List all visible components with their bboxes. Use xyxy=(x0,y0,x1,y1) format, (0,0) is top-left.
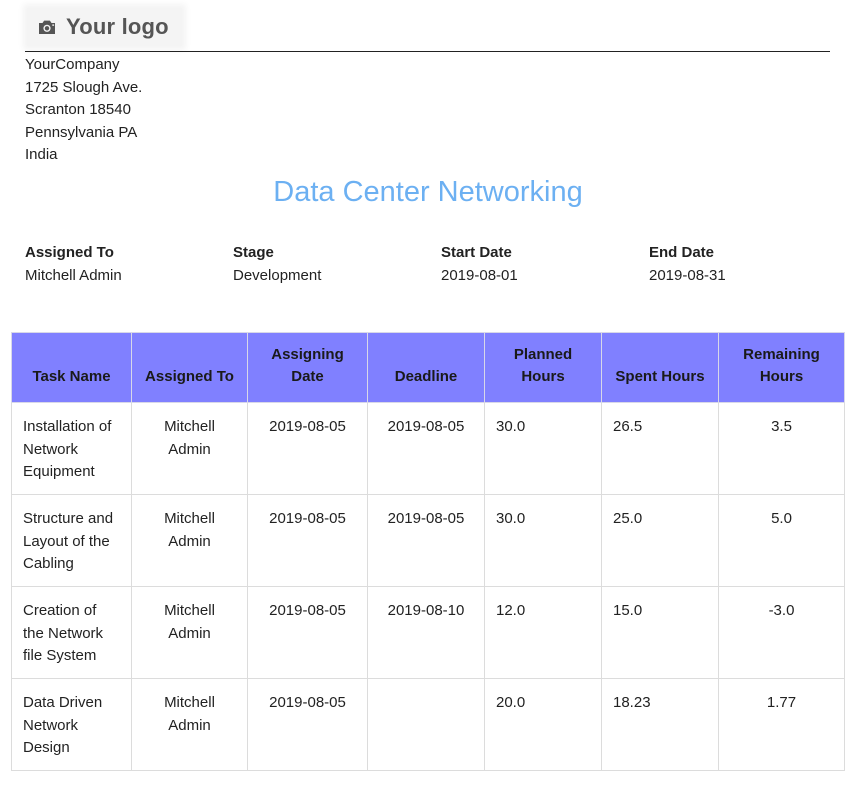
cell-spent-hours: 15.0 xyxy=(601,586,719,679)
logo-text: Your logo xyxy=(66,14,169,39)
info-label: Start Date xyxy=(441,244,512,261)
cell-remaining-hours: 1.77 xyxy=(718,678,845,771)
cell-planned-hours: 12.0 xyxy=(484,586,602,679)
cell-spent-hours: 26.5 xyxy=(601,402,719,495)
cell-planned-hours: 20.0 xyxy=(484,678,602,771)
company-country: India xyxy=(25,146,58,164)
cell-assigned-to: Mitchell Admin xyxy=(131,678,248,771)
company-street: 1725 Slough Ave. xyxy=(25,78,143,96)
table-header-row: Task Name Assigned To Assigning Date Dea… xyxy=(11,332,845,403)
table-row: Structure and Layout of the Cabling Mitc… xyxy=(11,494,845,587)
tasks-table: Task Name Assigned To Assigning Date Dea… xyxy=(11,332,845,771)
company-logo: Your logo xyxy=(27,8,182,46)
cell-planned-hours: 30.0 xyxy=(484,402,602,495)
cell-assigning-date: 2019-08-05 xyxy=(247,586,368,679)
company-address: YourCompany 1725 Slough Ave. Scranton 18… xyxy=(25,54,142,167)
cell-remaining-hours: 5.0 xyxy=(718,494,845,587)
camera-icon xyxy=(36,16,58,38)
header-spent-hours: Spent Hours xyxy=(601,332,719,403)
info-value: 2019-08-31 xyxy=(649,267,726,284)
info-assigned-to: Assigned To Mitchell Admin xyxy=(25,243,122,286)
header-assigned-to: Assigned To xyxy=(131,332,248,403)
header-remaining-hours: Remaining Hours xyxy=(718,332,845,403)
info-value: Mitchell Admin xyxy=(25,267,122,284)
cell-assigning-date: 2019-08-05 xyxy=(247,678,368,771)
cell-assigning-date: 2019-08-05 xyxy=(247,494,368,587)
project-title: Data Center Networking xyxy=(273,176,583,208)
table-row: Data Driven Network Design Mitchell Admi… xyxy=(11,678,845,771)
cell-task-name: Data Driven Network Design xyxy=(11,678,132,771)
cell-deadline: 2019-08-05 xyxy=(367,402,485,495)
info-stage: Stage Development xyxy=(233,243,321,286)
cell-deadline xyxy=(367,678,485,771)
cell-spent-hours: 18.23 xyxy=(601,678,719,771)
header-task-name: Task Name xyxy=(11,332,132,403)
info-label: End Date xyxy=(649,244,715,261)
cell-planned-hours: 30.0 xyxy=(484,494,602,587)
cell-assigning-date: 2019-08-05 xyxy=(247,402,368,495)
info-value: 2019-08-01 xyxy=(441,267,518,284)
table-row: Creation of the Network file System Mitc… xyxy=(11,586,845,679)
info-start-date: Start Date 2019-08-01 xyxy=(441,243,518,286)
cell-assigned-to: Mitchell Admin xyxy=(131,402,248,495)
header-deadline: Deadline xyxy=(367,332,485,403)
company-name: YourCompany xyxy=(25,56,120,73)
info-end-date: End Date 2019-08-31 xyxy=(649,243,726,286)
company-city-zip: Scranton 18540 xyxy=(25,101,131,119)
cell-spent-hours: 25.0 xyxy=(601,494,719,587)
cell-assigned-to: Mitchell Admin xyxy=(131,494,248,587)
cell-deadline: 2019-08-05 xyxy=(367,494,485,587)
cell-remaining-hours: 3.5 xyxy=(718,402,845,495)
company-state: Pennsylvania PA xyxy=(25,123,138,141)
info-label: Stage xyxy=(233,244,274,261)
cell-deadline: 2019-08-10 xyxy=(367,586,485,679)
info-label: Assigned To xyxy=(25,244,114,261)
cell-task-name: Structure and Layout of the Cabling xyxy=(11,494,132,587)
header-planned-hours: Planned Hours xyxy=(484,332,602,403)
cell-remaining-hours: -3.0 xyxy=(718,586,845,679)
header-divider xyxy=(25,51,830,52)
cell-task-name: Creation of the Network file System xyxy=(11,586,132,679)
info-value: Development xyxy=(233,267,322,284)
header-assigning-date: Assigning Date xyxy=(247,332,368,403)
cell-task-name: Installation of Network Equipment xyxy=(11,402,132,495)
cell-assigned-to: Mitchell Admin xyxy=(131,586,248,679)
table-row: Installation of Network Equipment Mitche… xyxy=(11,402,845,495)
